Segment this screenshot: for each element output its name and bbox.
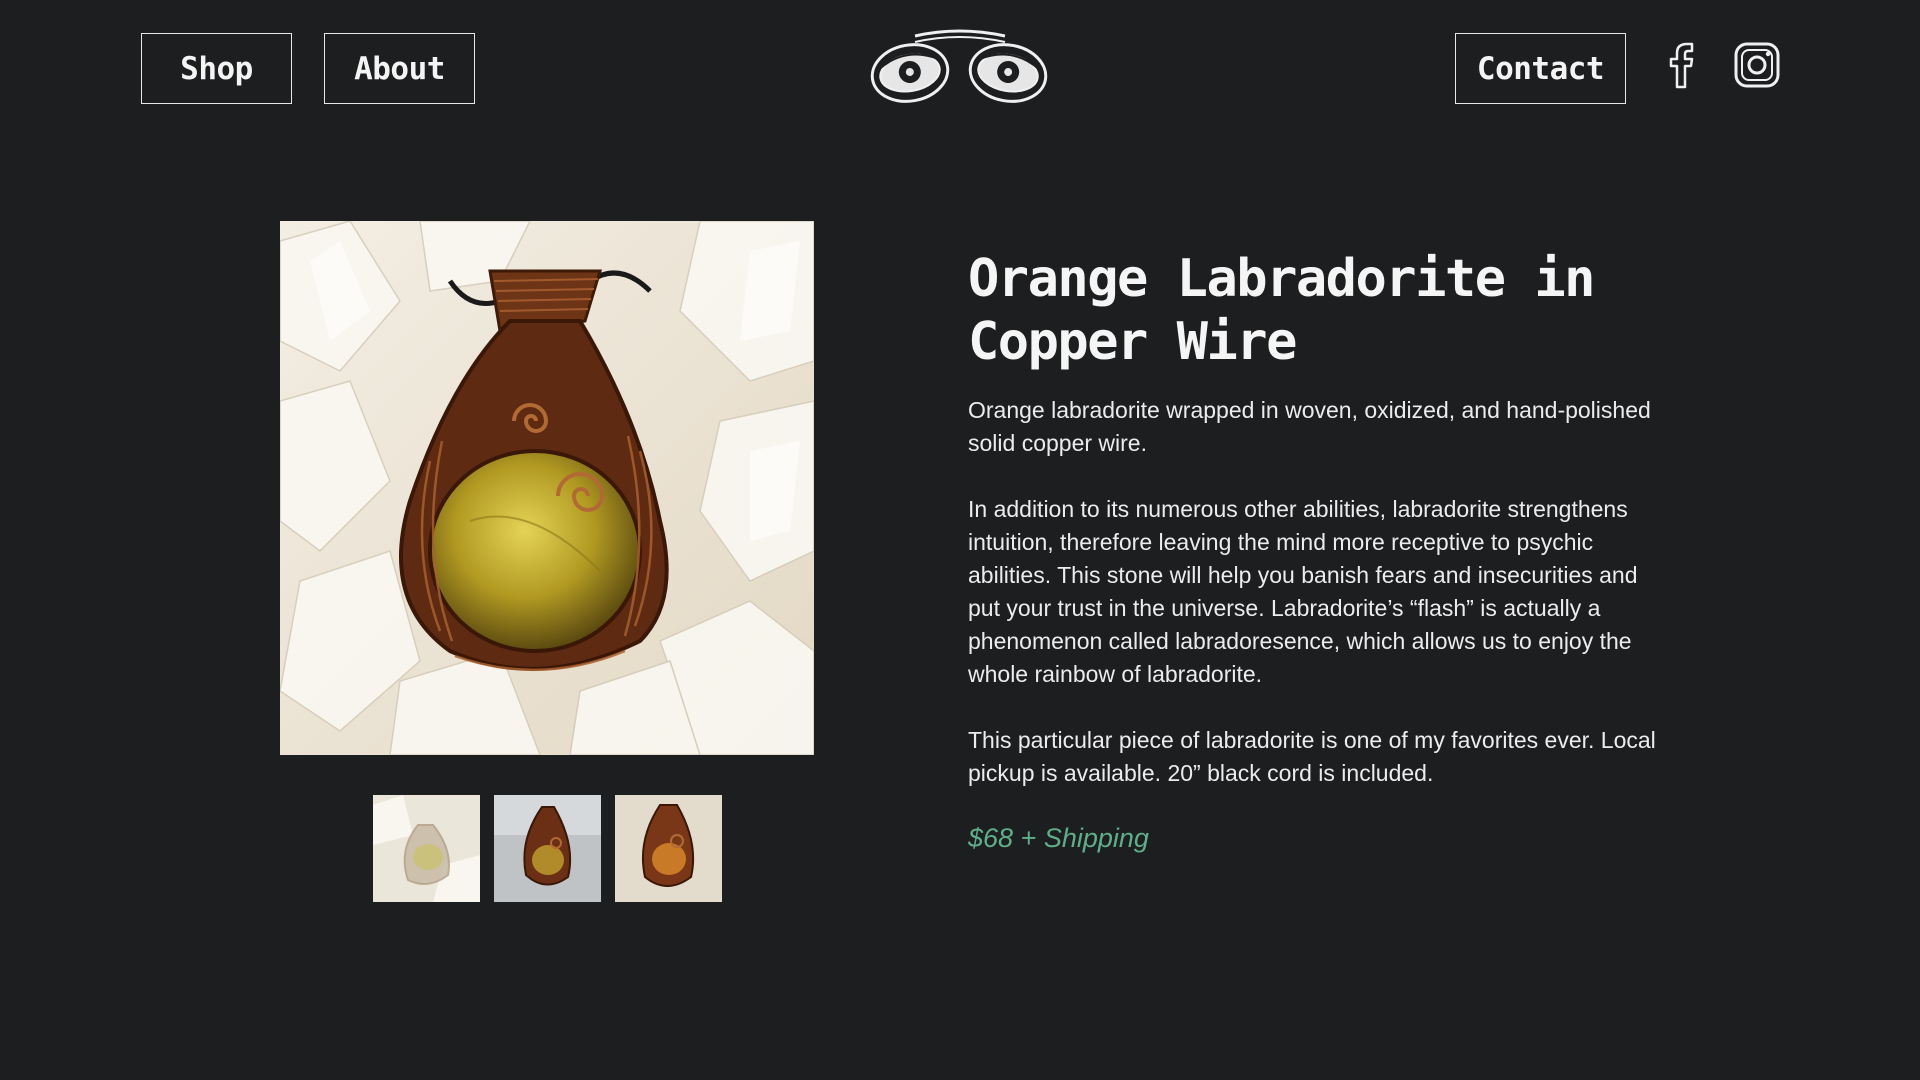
facebook-icon[interactable] xyxy=(1657,40,1705,90)
product-title-line-1: Orange Labradorite in xyxy=(968,249,1595,309)
product-price: $68 + Shipping xyxy=(968,823,1149,853)
description-paragraph: In addition to its numerous other abilit… xyxy=(968,496,1638,687)
product-main-image[interactable] xyxy=(280,221,814,755)
product-title: Orange Labradorite in Copper Wire xyxy=(968,248,1658,374)
thumbnail-strip xyxy=(373,795,722,902)
eyes-logo-icon[interactable] xyxy=(870,28,1048,104)
thumbnail-1[interactable] xyxy=(373,795,480,902)
product-page: Shop About Contact Orange Labradorite in… xyxy=(0,0,1920,1080)
nav-contact-button[interactable]: Contact xyxy=(1455,33,1626,104)
description-paragraph: Orange labradorite wrapped in woven, oxi… xyxy=(968,397,1651,456)
thumbnail-3[interactable] xyxy=(615,795,722,902)
description-paragraph: This particular piece of labradorite is … xyxy=(968,727,1656,786)
instagram-icon[interactable] xyxy=(1733,40,1781,90)
thumbnail-2[interactable] xyxy=(494,795,601,902)
product-description: Orange labradorite wrapped in woven, oxi… xyxy=(968,394,1658,790)
product-info: Orange Labradorite in Copper Wire Orange… xyxy=(968,248,1658,854)
nav-about-button[interactable]: About xyxy=(324,33,475,104)
nav-shop-button[interactable]: Shop xyxy=(141,33,292,104)
product-title-line-2: Copper Wire xyxy=(968,312,1297,372)
